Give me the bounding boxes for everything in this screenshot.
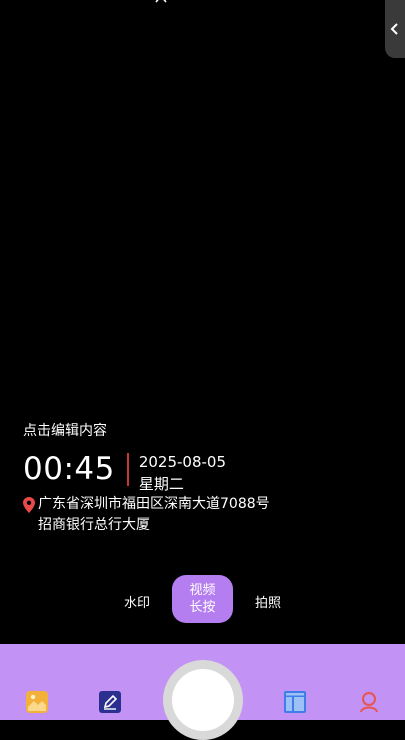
time-divider: [126, 453, 129, 486]
profile-icon[interactable]: [357, 690, 381, 714]
edit-content-hint[interactable]: 点击编辑内容: [23, 421, 107, 441]
mode-selector: 水印 视频 长按 拍照: [0, 575, 405, 623]
weekday-display: 星期二: [138, 475, 184, 493]
address-block: 广东省深圳市福田区深南大道7088号 招商银行总行大厦: [38, 494, 270, 536]
chevron-left-icon: [390, 23, 398, 35]
date-block: 2025-08-05 星期二: [139, 451, 226, 495]
shutter-button-inner: [172, 669, 234, 731]
location-row: 广东省深圳市福田区深南大道7088号 招商银行总行大厦: [23, 494, 270, 536]
location-pin-icon: [23, 497, 35, 513]
chevron-up-icon[interactable]: [154, 0, 168, 4]
mode-video-label: 视频: [189, 583, 216, 598]
watermark-overlay[interactable]: 点击编辑内容 00:45 2025-08-05 星期二 广东省深圳市福田区深南大…: [23, 421, 270, 533]
mode-photo[interactable]: 拍照: [255, 592, 281, 611]
mode-watermark[interactable]: 水印: [124, 592, 150, 611]
address-line-2: 招商银行总行大厦: [38, 517, 150, 533]
time-display: 00:45: [23, 451, 115, 487]
shutter-button[interactable]: [163, 660, 243, 740]
date-display: 2025-08-05: [138, 453, 227, 471]
edit-icon[interactable]: [98, 690, 122, 714]
mode-video-hint: 长按: [189, 600, 216, 615]
collapse-panel-button[interactable]: [385, 0, 405, 58]
address-line-1: 广东省深圳市福田区深南大道7088号: [38, 496, 270, 512]
gallery-icon[interactable]: [25, 690, 49, 714]
mode-video[interactable]: 视频 长按: [172, 575, 233, 623]
layout-icon[interactable]: [283, 690, 307, 714]
datetime-row: 00:45 2025-08-05 星期二: [23, 451, 226, 495]
